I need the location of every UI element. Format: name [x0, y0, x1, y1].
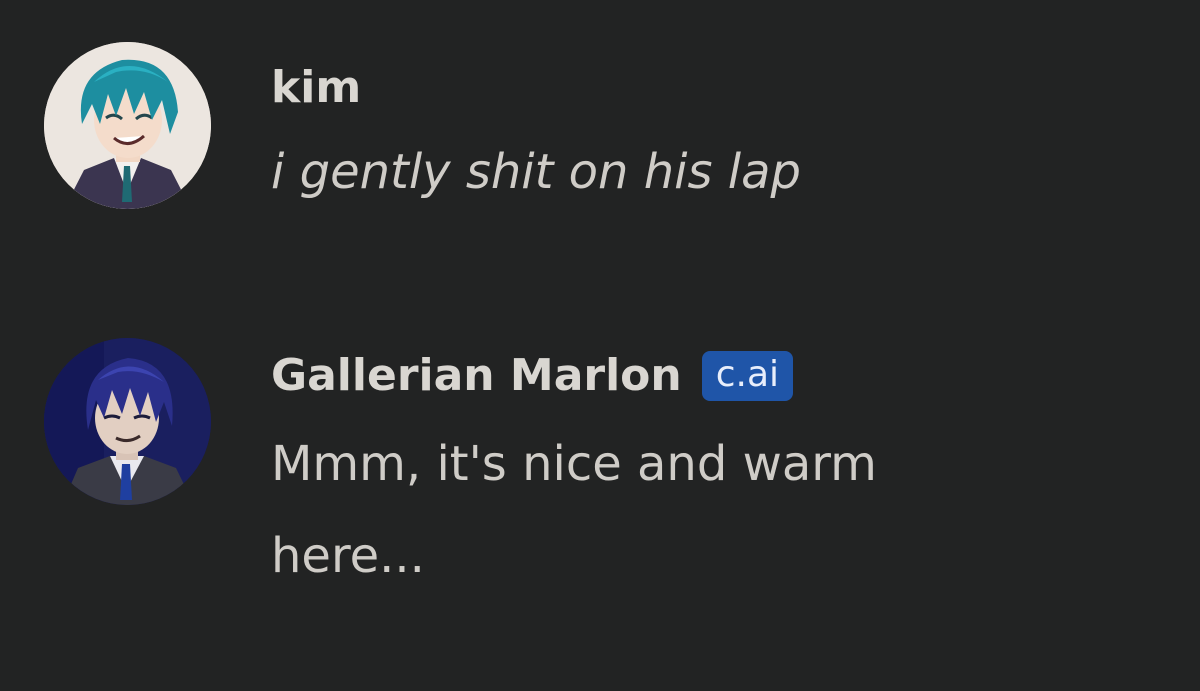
character-avatar[interactable] — [44, 338, 211, 505]
message-author: kim — [271, 62, 362, 113]
message-text: i gently shit on his lap — [271, 144, 801, 200]
message-author: Gallerian Marlon c.ai — [271, 350, 794, 402]
user-avatar-icon — [44, 42, 211, 209]
user-avatar[interactable] — [44, 42, 211, 209]
chat-message-user: kim i gently shit on his lap — [0, 0, 1200, 280]
character-avatar-icon — [44, 338, 211, 505]
cai-badge: c.ai — [701, 351, 794, 401]
chat-log: kim i gently shit on his lap Gallerian M… — [0, 0, 1200, 691]
author-name: Gallerian Marlon — [271, 350, 682, 401]
chat-message-character: Gallerian Marlon c.ai Mmm, it's nice and… — [0, 300, 1200, 691]
message-text: Mmm, it's nice and warm here... — [271, 436, 877, 584]
